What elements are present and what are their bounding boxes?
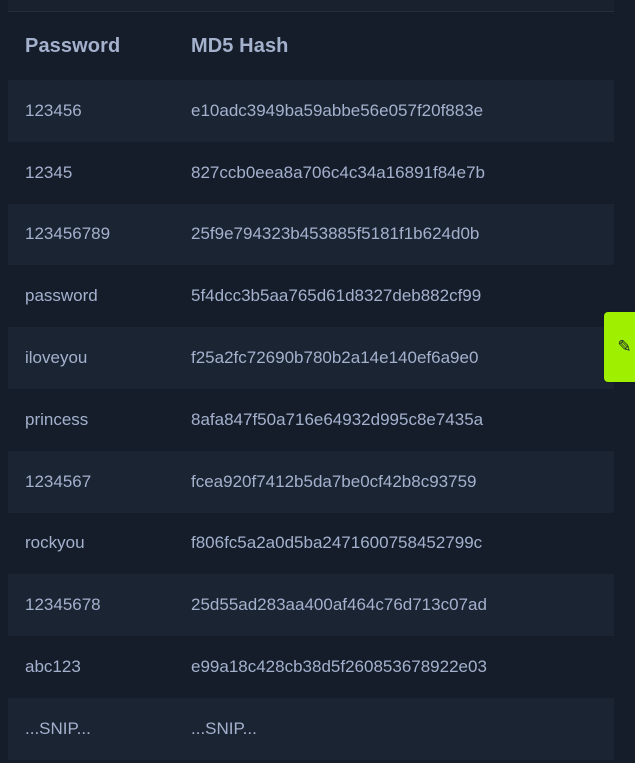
password-cell: password [8, 265, 191, 328]
table-row: abc123 e99a18c428cb38d5f260853678922e03 [8, 636, 614, 698]
table-row: 123456789 25f9e794323b453885f5181f1b624d… [8, 203, 614, 266]
table-row: 1234567 fcea920f7412b5da7be0cf42b8c93759 [8, 450, 614, 513]
edit-page-button[interactable]: ✎ [604, 312, 635, 382]
password-cell: rockyou [8, 512, 191, 575]
password-cell: iloveyou [8, 327, 191, 389]
table-row: rockyou f806fc5a2a0d5ba2471600758452799c [8, 512, 614, 575]
table-row: princess 8afa847f50a716e64932d995c8e7435… [8, 388, 614, 451]
hash-cell: 5f4dcc3b5aa765d61d8327deb882cf99 [191, 265, 614, 328]
password-cell: 123456 [8, 80, 191, 142]
password-cell: ...SNIP... [8, 697, 191, 760]
hash-cell: 25d55ad283aa400af464c76d713c07ad [191, 574, 614, 637]
password-cell: 1234567 [8, 450, 191, 513]
table-header-row: Password MD5 Hash [8, 12, 614, 80]
hash-cell: fcea920f7412b5da7be0cf42b8c93759 [191, 450, 614, 513]
table-row: 12345 827ccb0eea8a706c4c34a16891f84e7b [8, 141, 614, 204]
hash-cell: e10adc3949ba59abbe56e057f20f883e [191, 80, 614, 142]
password-cell: 12345678 [8, 574, 191, 637]
hash-cell: e99a18c428cb38d5f260853678922e03 [191, 636, 614, 698]
table-row: password 5f4dcc3b5aa765d61d8327deb882cf9… [8, 265, 614, 328]
table-row: 12345678 25d55ad283aa400af464c76d713c07a… [8, 574, 614, 637]
hash-cell: 827ccb0eea8a706c4c34a16891f84e7b [191, 141, 614, 204]
password-cell: princess [8, 388, 191, 451]
hash-cell: 25f9e794323b453885f5181f1b624d0b [191, 203, 614, 266]
password-cell: 12345 [8, 141, 191, 204]
page: Password MD5 Hash 123456 e10adc3949ba59a… [0, 0, 635, 763]
hash-cell: ...SNIP... [191, 697, 614, 760]
password-hash-table: Password MD5 Hash 123456 e10adc3949ba59a… [8, 12, 614, 760]
pencil-icon: ✎ [617, 337, 632, 357]
password-cell: 123456789 [8, 203, 191, 266]
table-row: 123456 e10adc3949ba59abbe56e057f20f883e [8, 80, 614, 142]
hash-cell: f25a2fc72690b780b2a14e140ef6a9e0 [191, 327, 614, 389]
table-row: ...SNIP... ...SNIP... [8, 697, 614, 760]
table-row: iloveyou f25a2fc72690b780b2a14e140ef6a9e… [8, 327, 614, 389]
top-divider [8, 0, 614, 12]
header-password: Password [25, 34, 121, 57]
header-md5-hash: MD5 Hash [191, 34, 289, 57]
password-cell: abc123 [8, 636, 191, 698]
hash-cell: 8afa847f50a716e64932d995c8e7435a [191, 388, 614, 451]
hash-cell: f806fc5a2a0d5ba2471600758452799c [191, 512, 614, 575]
